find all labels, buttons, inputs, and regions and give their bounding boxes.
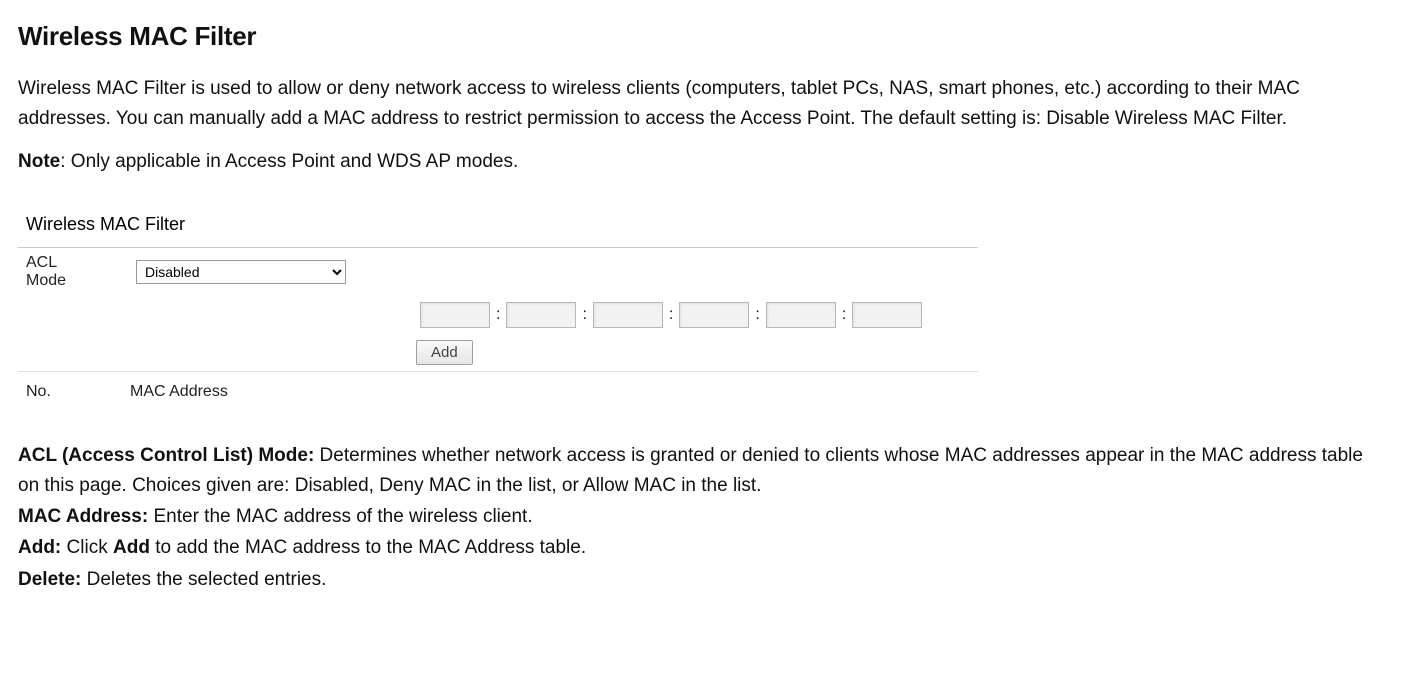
column-no: No. (26, 380, 130, 405)
add-button-row: Add (18, 334, 978, 371)
desc-delete-text: Deletes the selected entries. (81, 569, 326, 590)
acl-label-line2: Mode (26, 272, 66, 289)
desc-delete-label: Delete: (18, 569, 81, 590)
note-text: : Only applicable in Access Point and WD… (60, 151, 518, 172)
acl-mode-row: ACL Mode Disabled (18, 248, 978, 297)
desc-acl-label: ACL (Access Control List) Mode: (18, 445, 314, 466)
mac-octet-3[interactable] (593, 302, 663, 328)
desc-mac: MAC Address: Enter the MAC address of th… (18, 502, 1386, 531)
intro-paragraph: Wireless MAC Filter is used to allow or … (18, 74, 1368, 133)
add-button[interactable]: Add (416, 340, 473, 365)
mac-octet-4[interactable] (679, 302, 749, 328)
mac-filter-panel: Wireless MAC Filter ACL Mode Disabled : … (18, 205, 978, 415)
acl-mode-select[interactable]: Disabled (136, 260, 346, 284)
mac-colon: : (669, 303, 673, 328)
page-title: Wireless MAC Filter (18, 16, 1386, 56)
panel-title: Wireless MAC Filter (18, 205, 978, 247)
mac-octet-2[interactable] (506, 302, 576, 328)
desc-add-pre: Click (61, 537, 113, 558)
descriptions-block: ACL (Access Control List) Mode: Determin… (18, 441, 1386, 594)
note-label: Note (18, 151, 60, 172)
desc-mac-label: MAC Address: (18, 506, 148, 527)
mac-colon: : (842, 303, 846, 328)
mac-colon: : (582, 303, 586, 328)
desc-mac-text: Enter the MAC address of the wireless cl… (148, 506, 532, 527)
desc-add-bold: Add (113, 537, 150, 558)
note-paragraph: Note: Only applicable in Access Point an… (18, 147, 1386, 176)
mac-octet-6[interactable] (852, 302, 922, 328)
mac-colon: : (496, 303, 500, 328)
desc-acl: ACL (Access Control List) Mode: Determin… (18, 441, 1386, 500)
acl-mode-label: ACL Mode (26, 254, 136, 291)
column-mac-address: MAC Address (130, 380, 228, 405)
mac-octet-5[interactable] (766, 302, 836, 328)
mac-colon: : (755, 303, 759, 328)
acl-label-line1: ACL (26, 254, 57, 271)
desc-delete: Delete: Deletes the selected entries. (18, 565, 1386, 594)
mac-input-row: : : : : : (18, 296, 978, 334)
desc-add: Add: Click Add to add the MAC address to… (18, 533, 1386, 562)
desc-add-post: to add the MAC address to the MAC Addres… (150, 537, 586, 558)
mac-table-header: No. MAC Address (18, 371, 978, 415)
desc-add-label: Add: (18, 537, 61, 558)
mac-octet-1[interactable] (420, 302, 490, 328)
